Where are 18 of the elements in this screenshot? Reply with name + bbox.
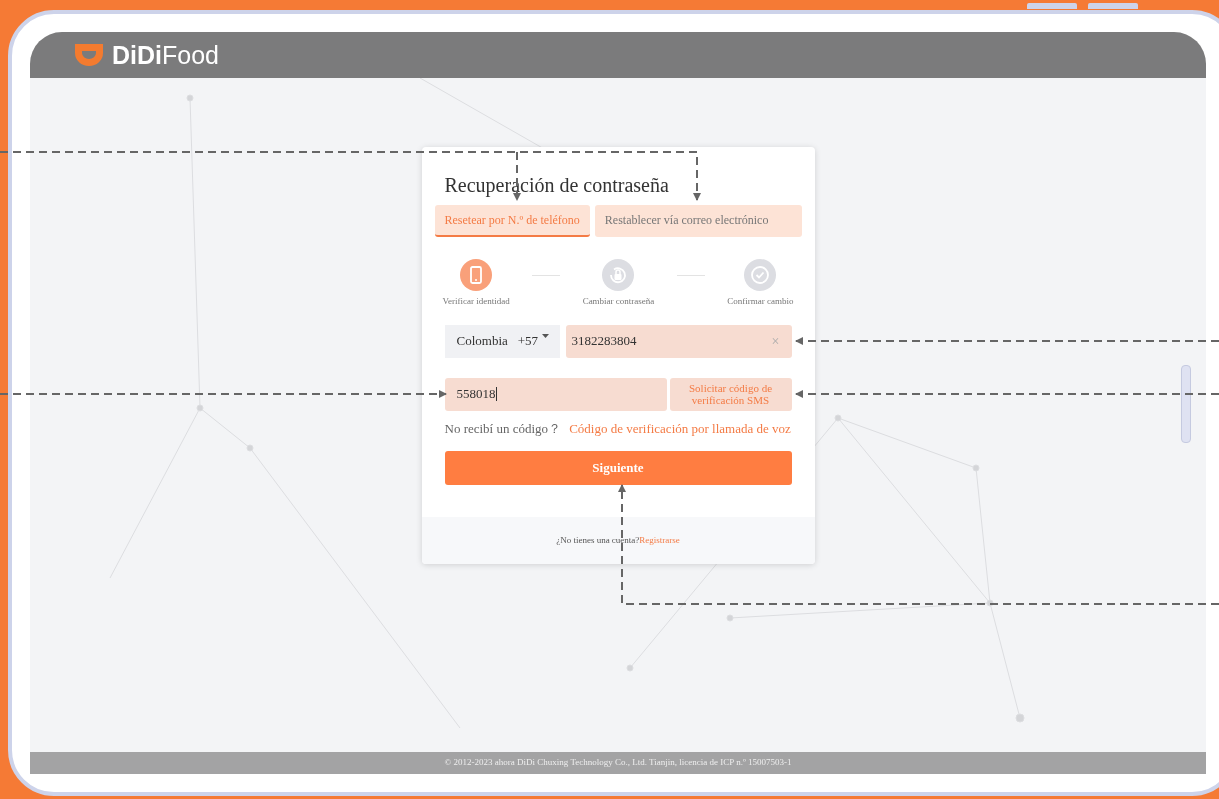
caret-icon (542, 334, 550, 338)
step-label: Cambiar contraseña (582, 295, 655, 308)
step-label: Confirmar cambio (727, 295, 794, 308)
hint-text: No recibí un código？ (444, 419, 562, 438)
phone-field[interactable]: 3182283804 × (565, 324, 792, 358)
tab[interactable]: Restablecer vía correo electrónico (594, 205, 802, 237)
next-button[interactable]: Siguiente (444, 451, 792, 485)
code-field[interactable]: 558018 (444, 377, 667, 411)
clear-button[interactable]: × (771, 330, 780, 352)
logo-text: DiDiFood (112, 42, 219, 68)
sms-code-button[interactable]: Solicitar código de verificación SMS (669, 377, 792, 411)
country-selector[interactable]: Colombia +57 (444, 324, 560, 358)
signup-link[interactable]: Registrarse (639, 533, 680, 548)
step-label: Verificar identidad (442, 295, 510, 308)
voice-call-link[interactable]: Código de verificación por llamada de voz (569, 418, 791, 438)
card-title: Recuperación de contraseña (444, 173, 670, 197)
logo-icon (72, 42, 106, 68)
tab[interactable]: Resetear por N.º de teléfono (434, 205, 590, 237)
